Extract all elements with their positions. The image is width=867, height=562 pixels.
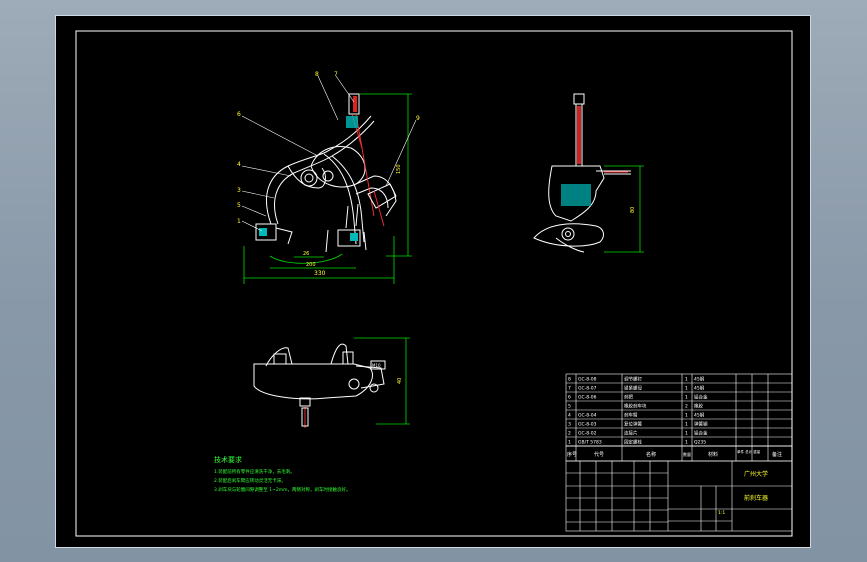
parts-cell-material: 45钢 <box>694 385 705 392</box>
parts-cell-name: 刹车臂 <box>624 412 638 419</box>
parts-cell-material: 45钢 <box>694 376 705 383</box>
parts-cell-material: 45钢 <box>694 412 705 419</box>
balloon-3: 3 <box>237 187 241 194</box>
parts-cell-qty: 2 <box>685 404 688 410</box>
parts-cell-material: 橡胶 <box>694 403 703 410</box>
col-header-no: 序号 <box>567 451 577 458</box>
parts-cell-material: Q235 <box>694 440 706 446</box>
top-view: M10 40 <box>253 337 410 428</box>
parts-cell-material: 铝合金 <box>694 430 708 437</box>
inner-frame <box>75 30 793 537</box>
balloon-6: 6 <box>237 111 241 118</box>
dim-inner-label: 200 <box>306 262 316 268</box>
left-arm-outline <box>266 115 372 225</box>
parts-cell-no: 5 <box>568 404 571 410</box>
cad-drawing: 330 200 26 150 8 7 6 4 3 5 1 9 80 M10 40… <box>75 30 793 537</box>
parts-cell-name: 固定螺栓 <box>624 439 642 446</box>
tech-requirements-title: 技术要求 <box>214 455 242 464</box>
balloon-5: 5 <box>237 202 241 209</box>
parts-cell-name: 刹把 <box>624 394 633 401</box>
balloon-1: 1 <box>237 218 241 225</box>
col-header-name: 名称 <box>646 451 656 458</box>
university-name: 广州大学 <box>744 470 768 478</box>
dim-height-label: 150 <box>396 164 402 174</box>
parts-cell-qty: 1 <box>685 440 688 446</box>
parts-cell-qty: 1 <box>685 386 688 392</box>
top-body <box>253 363 373 400</box>
parts-cell-no: 2 <box>568 431 571 437</box>
drawing-sheet: 330 200 26 150 8 7 6 4 3 5 1 9 80 M10 40… <box>55 15 811 548</box>
front-view: 330 200 26 150 8 7 6 4 3 5 1 9 <box>237 71 420 284</box>
parts-cell-no: 6 <box>568 395 571 401</box>
parts-cell-name: 锁紧螺母 <box>624 385 642 392</box>
parts-cell-code: GC-8-07 <box>578 386 597 392</box>
tech-requirement-1: 1.装配前所有零件应清洗干净，去毛刺。 <box>214 468 295 475</box>
parts-cell-qty: 1 <box>685 413 688 419</box>
balloon-7: 7 <box>334 71 338 78</box>
scale-label: 1:1 <box>718 510 725 516</box>
tech-requirement-3: 3.刹车块与轮圈间隙调整至 1~2mm，两侧对称，刹车时接触良好。 <box>214 486 351 493</box>
parts-cell-no: 4 <box>568 413 571 419</box>
top-dim-label: 40 <box>397 378 403 384</box>
drawing-name: 前刹车器 <box>744 494 768 502</box>
parts-cell-no: 7 <box>568 386 571 392</box>
col-header-weight: 单件 总计 重量 <box>737 449 761 454</box>
parts-cell-code: GC-8-03 <box>578 422 597 428</box>
side-pad <box>533 223 604 247</box>
col-header-remarks: 备注 <box>772 451 782 458</box>
balloon-9: 9 <box>416 115 420 122</box>
parts-cell-name: 橡胶刹车块 <box>624 403 647 410</box>
parts-cell-name: 复位弹簧 <box>624 421 642 428</box>
parts-cell-material: 铝合金 <box>694 394 708 401</box>
parts-cell-material: 弹簧钢 <box>694 421 708 428</box>
parts-cell-no: 3 <box>568 422 571 428</box>
title-block: 8 GC-8-08 调节螺钉 1 45钢 7 GC-8-07 锁紧螺母 1 45钢 6 GC-8-06… <box>565 373 793 532</box>
parts-cell-no: 8 <box>568 377 571 383</box>
parts-cell-name: 连接片 <box>624 430 638 437</box>
parts-cell-code: GC-8-02 <box>578 431 597 437</box>
side-view: 80 <box>533 93 644 253</box>
top-pin-label: M10 <box>372 363 381 368</box>
side-dim-label: 80 <box>630 207 636 213</box>
parts-cell-qty: 1 <box>685 377 688 383</box>
tech-requirements: 技术要求 1.装配前所有零件应清洗干净，去毛刺。 2.装配后刹车臂应转动灵活无卡… <box>214 455 351 493</box>
parts-cell-no: 1 <box>568 440 571 446</box>
dim-width-label: 330 <box>314 270 326 277</box>
pivot-bolt <box>300 169 318 187</box>
parts-cell-name: 调节螺钉 <box>624 376 642 383</box>
col-header-qty: 数量 <box>683 451 691 457</box>
col-header-code: 代号 <box>594 451 604 458</box>
balloon-4: 4 <box>237 161 241 168</box>
parts-cell-code: GC-8-06 <box>578 395 597 401</box>
parts-cell-code: GB/T 5783 <box>578 440 602 446</box>
parts-cell-code: GC-8-04 <box>578 413 597 419</box>
parts-cell-code: GC-8-08 <box>578 377 597 383</box>
tech-requirement-2: 2.装配后刹车臂应转动灵活无卡滞。 <box>214 477 286 484</box>
balloon-8: 8 <box>315 71 319 78</box>
dim-gap-label: 26 <box>303 251 309 257</box>
col-header-material: 材料 <box>708 451 718 458</box>
parts-cell-qty: 1 <box>685 422 688 428</box>
parts-cell-qty: 1 <box>685 431 688 437</box>
parts-cell-qty: 1 <box>685 395 688 401</box>
